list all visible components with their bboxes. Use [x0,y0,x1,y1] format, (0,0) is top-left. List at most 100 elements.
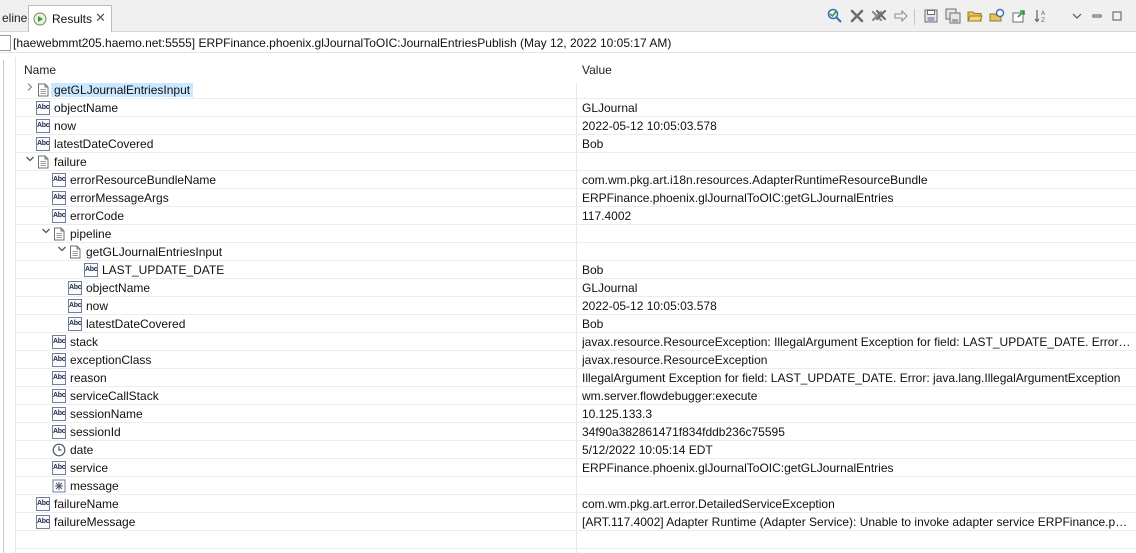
string-field-icon: Abc [52,191,66,205]
table-row[interactable]: Abc now 2022-05-12 10:05:03.578 [16,117,1136,135]
row-value: com.wm.pkg.art.i18n.resources.AdapterRun… [582,173,928,187]
table-row[interactable]: failure [16,153,1136,171]
string-field-icon: Abc [68,281,82,295]
table-row[interactable]: Abc latestDateCovered Bob [16,135,1136,153]
view-toolbar: AZ [826,7,1136,29]
string-field-icon: Abc [36,119,50,133]
table-row[interactable]: message [16,477,1136,495]
table-row[interactable]: Abc serviceCallStack wm.server.flowdebugge… [16,387,1136,405]
string-field-icon: Abc [52,371,66,385]
svg-text:A: A [1041,10,1046,17]
sort-icon[interactable]: AZ [1032,7,1050,25]
row-value: GLJournal [582,101,638,115]
string-field-icon: Abc [52,173,66,187]
table-row[interactable]: Abc exceptionClass javax.resource.Resource… [16,351,1136,369]
row-value: Bob [582,317,604,331]
save-icon[interactable] [922,7,940,25]
result-path-bar: [haewebmmt205.haemo.net:5555] ERPFinance… [0,33,1136,53]
table-row[interactable]: date 5/12/2022 10:05:14 EDT [16,441,1136,459]
row-value: 10.125.133.3 [582,407,653,421]
row-name: pipeline [70,227,112,241]
row-name: errorResourceBundleName [70,173,217,187]
view-menu-icon[interactable] [1068,7,1086,25]
string-field-icon: Abc [52,407,66,421]
table-row[interactable]: Abc stack javax.resource.ResourceException… [16,333,1136,351]
table-row[interactable]: Abc sessionId 34f90a382861471f834fddb236c7… [16,423,1136,441]
table-row[interactable]: Abc now 2022-05-12 10:05:03.578 [16,297,1136,315]
row-value: 2022-05-12 10:05:03.578 [582,299,717,313]
table-row[interactable]: getGLJournalEntriesInput [16,243,1136,261]
row-name: date [70,443,94,457]
row-value: ERPFinance.phoenix.glJournalToOIC:getGLJ… [582,461,894,475]
table-row[interactable]: Abc service ERPFinance.phoenix.glJournalTo… [16,459,1136,477]
row-value: 5/12/2022 10:05:14 EDT [582,443,713,457]
row-value: javax.resource.ResourceException [582,353,768,367]
forward-arrow-icon[interactable] [892,7,910,25]
object-field-icon [52,479,66,493]
row-name: message [70,479,119,493]
expand-chevron-down-icon[interactable] [56,243,68,261]
row-name: latestDateCovered [86,317,186,331]
minimize-icon[interactable] [1088,7,1106,25]
row-name: stack [70,335,99,349]
document-icon [36,155,50,169]
row-name: errorCode [70,209,125,223]
row-name: objectName [86,281,151,295]
tree-rows: getGLJournalEntriesInput Abc objectName GLJ… [16,81,1136,549]
row-name: errorMessageArgs [70,191,169,205]
table-row[interactable]: getGLJournalEntriesInput [16,81,1136,99]
row-name: failure [54,155,87,169]
table-row[interactable]: Abc reason IllegalArgument Exception for f… [16,369,1136,387]
table-row[interactable]: Abc errorMessageArgs ERPFinance.phoenix.gl… [16,189,1136,207]
restore-icon[interactable] [988,7,1006,25]
row-name: reason [70,371,107,385]
row-value: 117.4002 [582,209,632,223]
run-check-icon[interactable] [826,7,844,25]
toolbar-separator [914,9,915,25]
close-icon[interactable]: ✕ [95,10,106,26]
row-name: sessionName [70,407,143,421]
string-field-icon: Abc [52,461,66,475]
table-row[interactable]: Abc failureName com.wm.pkg.art.error.Detai… [16,495,1136,513]
results-icon [33,12,47,29]
table-row[interactable]: Abc objectName GLJournal [16,279,1136,297]
results-tree-table: Name Value getGLJournalEntriesInput Abc ob… [15,57,1136,553]
table-row[interactable]: Abc failureMessage [ART.117.4002] Adapter … [16,513,1136,531]
row-name: now [86,299,109,313]
table-row[interactable]: Abc LAST_UPDATE_DATE Bob [16,261,1136,279]
remove-all-icon[interactable] [870,7,888,25]
table-row[interactable]: Abc errorCode 117.4002 [16,207,1136,225]
row-value: Bob [582,263,604,277]
document-icon [68,245,82,259]
row-value: 34f90a382861471f834fddb236c75595 [582,425,785,439]
row-name: latestDateCovered [54,137,154,151]
row-value: ERPFinance.phoenix.glJournalToOIC:getGLJ… [582,191,894,205]
remove-icon[interactable] [848,7,866,25]
string-field-icon: Abc [52,209,66,223]
row-name: now [54,119,77,133]
column-header-name[interactable]: Name [24,63,56,77]
row-name: getGLJournalEntriesInput [51,83,194,97]
string-field-icon: Abc [36,497,50,511]
row-value: Bob [582,137,604,151]
table-row[interactable]: Abc latestDateCovered Bob [16,315,1136,333]
column-header-value[interactable]: Value [582,63,612,77]
string-field-icon: Abc [36,515,50,529]
row-name: exceptionClass [70,353,152,367]
table-row[interactable] [16,531,1136,549]
string-field-icon: Abc [84,263,98,277]
save-all-icon[interactable] [944,7,962,25]
tab-results[interactable]: Results ✕ [28,5,112,32]
table-row[interactable]: Abc sessionName 10.125.133.3 [16,405,1136,423]
table-row[interactable]: Abc objectName GLJournal [16,99,1136,117]
collapse-chevron-right-icon[interactable] [24,81,36,99]
expand-chevron-down-icon[interactable] [40,225,52,243]
open-folder-icon[interactable] [966,7,984,25]
path-frame-marker [0,35,11,51]
table-row[interactable]: pipeline [16,225,1136,243]
maximize-icon[interactable] [1108,7,1126,25]
export-icon[interactable] [1010,7,1028,25]
expand-chevron-down-icon[interactable] [24,153,36,171]
table-row[interactable]: Abc errorResourceBundleName com.wm.pkg.art… [16,171,1136,189]
row-name: LAST_UPDATE_DATE [102,263,225,277]
